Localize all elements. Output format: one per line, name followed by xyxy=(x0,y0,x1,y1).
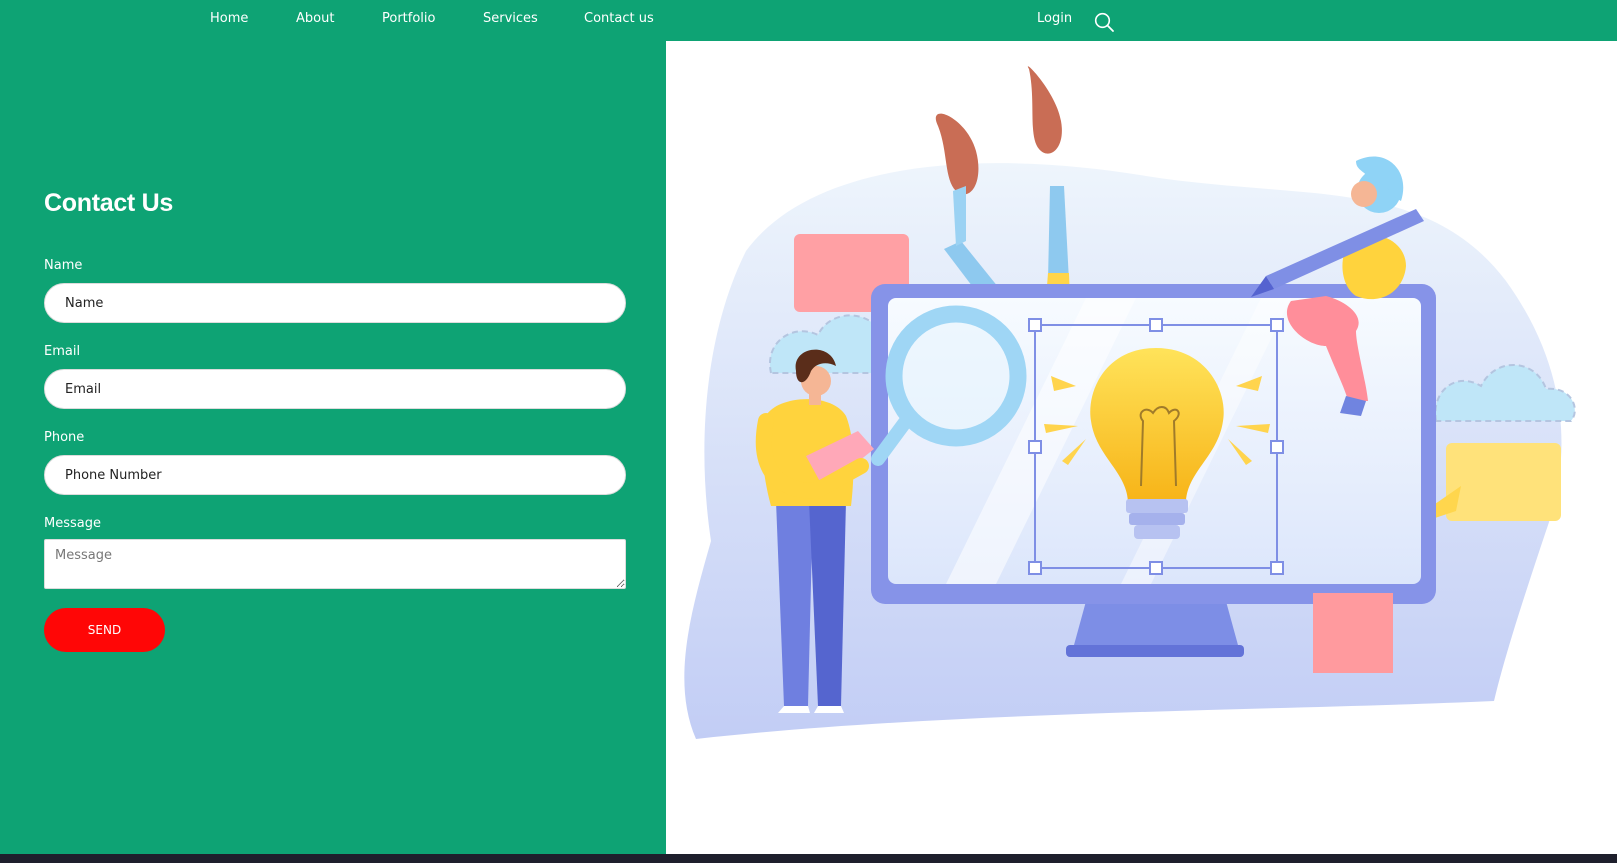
search-button[interactable] xyxy=(1093,11,1115,33)
name-label: Name xyxy=(44,258,83,273)
send-button[interactable]: SEND xyxy=(44,608,165,652)
name-input[interactable] xyxy=(44,283,626,323)
nav-about-link[interactable]: About xyxy=(296,11,334,26)
top-navbar: Home About Portfolio Services Contact us… xyxy=(0,0,1617,41)
sticky-note xyxy=(1313,593,1393,673)
contact-panel xyxy=(0,41,666,854)
message-textarea[interactable] xyxy=(44,539,626,589)
nav-portfolio-link[interactable]: Portfolio xyxy=(382,11,435,26)
email-label: Email xyxy=(44,344,81,359)
page-title: Contact Us xyxy=(44,189,173,217)
footer-bar xyxy=(0,854,1617,863)
search-icon xyxy=(1094,12,1114,32)
nav-contact-link[interactable]: Contact us xyxy=(584,11,654,26)
nav-services-link[interactable]: Services xyxy=(483,11,538,26)
login-link[interactable]: Login xyxy=(1037,11,1072,26)
hero-illustration xyxy=(666,41,1617,854)
nav-home-link[interactable]: Home xyxy=(210,11,248,26)
message-label: Message xyxy=(44,516,101,531)
email-input[interactable] xyxy=(44,369,626,409)
phone-input[interactable] xyxy=(44,455,626,495)
phone-label: Phone xyxy=(44,430,85,445)
